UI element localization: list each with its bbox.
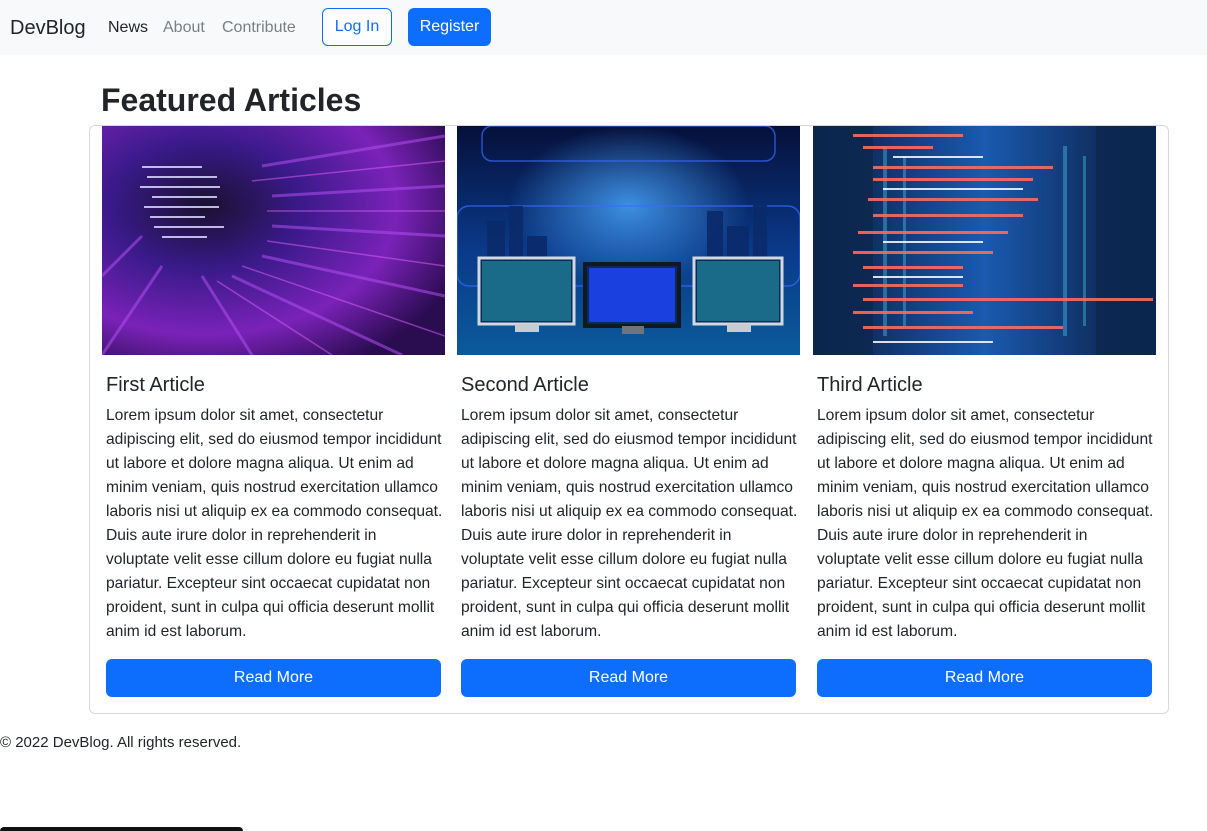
article-title: Second Article xyxy=(461,374,589,396)
footer-copyright: © 2022 DevBlog. All rights reserved. xyxy=(0,734,242,751)
article-text: Lorem ipsum dolor sit amet, consectetur … xyxy=(106,407,443,640)
server-room-code-image xyxy=(813,126,1156,355)
nav-link-contribute[interactable]: Contribute xyxy=(222,17,296,39)
card-group: First Article Lorem ipsum dolor sit amet… xyxy=(89,125,1169,714)
nav-link-about[interactable]: About xyxy=(163,17,205,39)
article-title: First Article xyxy=(106,374,205,396)
article-title: Third Article xyxy=(817,374,923,396)
article-card-first: First Article Lorem ipsum dolor sit amet… xyxy=(102,126,445,713)
read-more-button[interactable]: Read More xyxy=(106,659,441,697)
monitors-city-image xyxy=(457,126,800,355)
navbar: DevBlog News About Contribute Log In Reg… xyxy=(0,0,1207,55)
register-button[interactable]: Register xyxy=(408,8,491,46)
page-title: Featured Articles xyxy=(101,82,362,118)
read-more-button[interactable]: Read More xyxy=(817,659,1152,697)
article-text: Lorem ipsum dolor sit amet, consectetur … xyxy=(461,407,798,640)
nav-link-news[interactable]: News xyxy=(108,17,148,39)
brand-link[interactable]: DevBlog xyxy=(10,14,86,42)
login-button[interactable]: Log In xyxy=(322,8,392,46)
purple-code-blur-image xyxy=(102,126,445,355)
article-card-third: Third Article Lorem ipsum dolor sit amet… xyxy=(813,126,1156,713)
taskbar-edge xyxy=(0,827,243,831)
article-card-second: Second Article Lorem ipsum dolor sit ame… xyxy=(457,126,800,713)
read-more-button[interactable]: Read More xyxy=(461,659,796,697)
article-text: Lorem ipsum dolor sit amet, consectetur … xyxy=(817,407,1154,640)
